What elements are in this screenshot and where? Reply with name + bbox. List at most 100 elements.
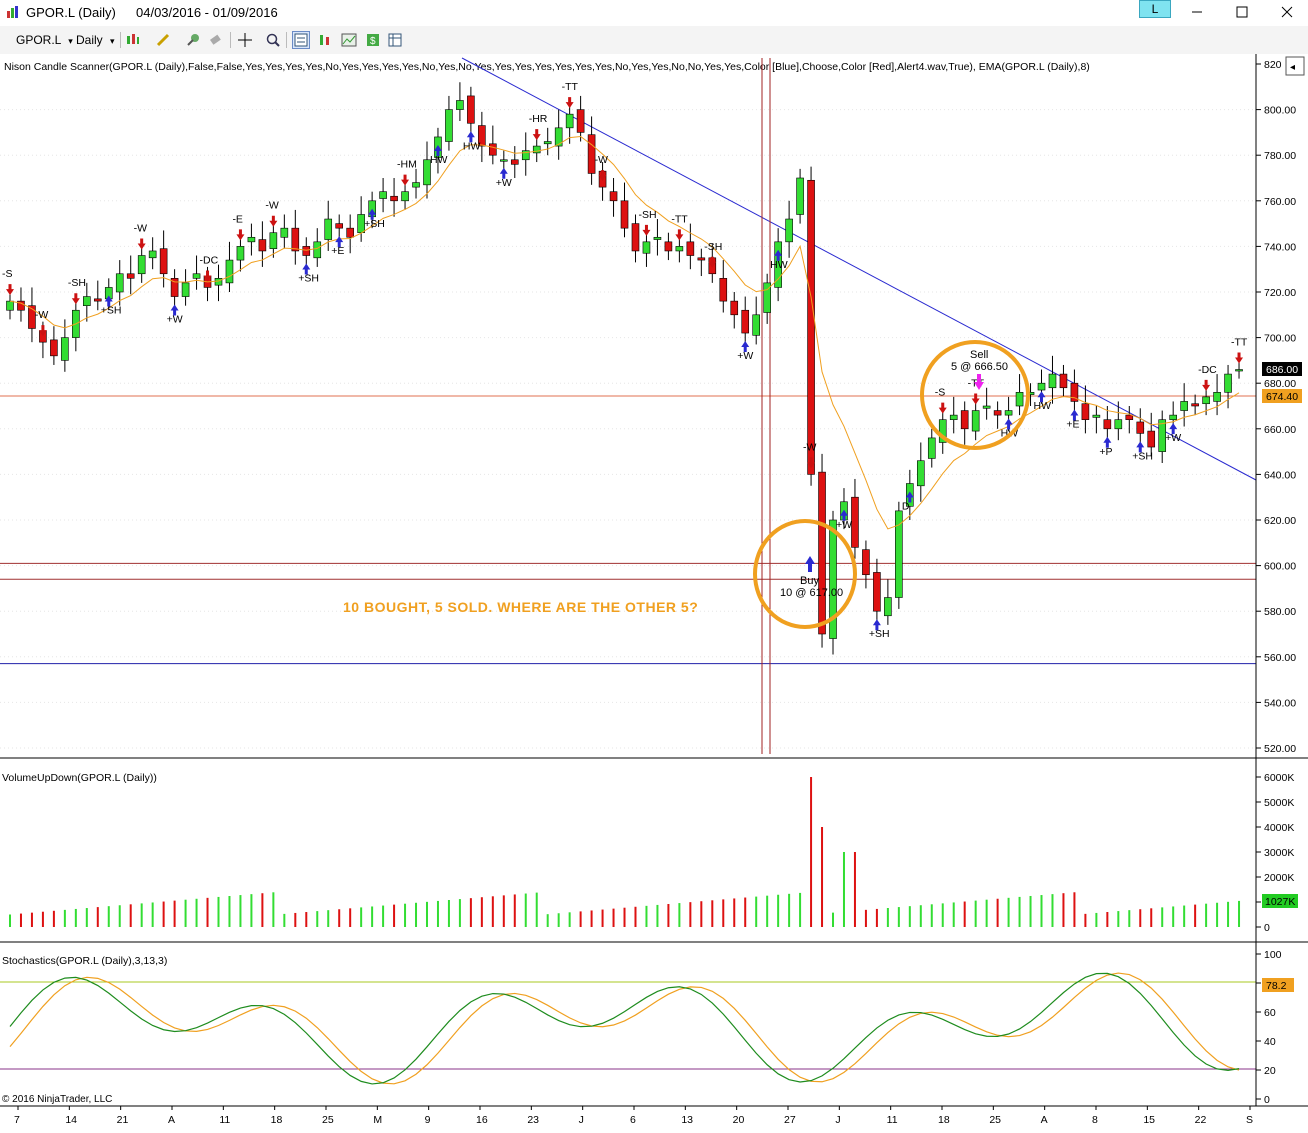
volume-bar — [930, 904, 933, 927]
candle-body — [565, 113, 574, 129]
volume-panel[interactable]: VolumeUpDown(GPOR.L (Daily)) 6000K 5000K 4… — [2, 758, 1298, 942]
volume-bar — [722, 899, 725, 927]
price-axis[interactable]: 820 800.00 780.00 760.00 740.00 720.00 700.00 6… — [1255, 54, 1308, 758]
crosshair-pin-icon[interactable] — [184, 31, 202, 49]
volume-bar — [656, 904, 659, 927]
volume-bar — [382, 905, 385, 927]
candle-body — [1202, 396, 1210, 405]
stoch-k-line — [9, 972, 1240, 1085]
candle-body — [1180, 401, 1188, 411]
candle-body — [258, 239, 267, 252]
volume-bar — [393, 904, 396, 927]
grid-icon[interactable] — [386, 31, 404, 49]
volume-bar — [162, 901, 165, 927]
candle-body — [137, 255, 146, 275]
price-indicator-label: Nison Candle Scanner(GPOR.L (Daily),Fals… — [4, 61, 1090, 73]
bar-type-icon[interactable] — [124, 31, 142, 49]
candle-body — [390, 195, 398, 202]
volume-bar — [52, 910, 55, 927]
candle-body — [873, 572, 881, 612]
minimize-icon[interactable] — [1189, 4, 1205, 20]
volume-bar — [579, 911, 582, 927]
instrument-selector[interactable]: GPOR.L ▾ — [16, 31, 73, 49]
volume-bar — [733, 898, 736, 927]
volume-bar — [875, 908, 878, 927]
data-box-icon[interactable] — [292, 31, 310, 49]
price-panel[interactable]: Nison Candle Scanner(GPOR.L (Daily),Fals… — [0, 54, 1257, 758]
strategy-icon[interactable]: $ — [364, 31, 382, 49]
time-axis[interactable]: 7 14 21 A 11 18 25 M 9 16 23 J 6 13 20 27 J 11 18 25 A 8 15 22 S — [14, 1106, 1253, 1126]
volume-axis-label: 6000K — [1264, 772, 1294, 784]
properties-icon[interactable] — [340, 31, 358, 49]
candle-body — [752, 314, 760, 336]
chevron-left-icon: ◂ — [1290, 62, 1295, 73]
volume-bar — [678, 903, 681, 927]
volume-bar — [832, 912, 835, 927]
volume-bar — [491, 896, 494, 927]
candle-body — [291, 227, 300, 252]
volume-bar — [1117, 911, 1120, 927]
time-axis-label: 25 — [322, 1114, 334, 1126]
volume-axis: 6000K5000K4000K3000K2000K1000K0 — [1256, 772, 1294, 934]
maximize-icon[interactable] — [1234, 4, 1250, 20]
volume-axis-label: 5000K — [1264, 797, 1294, 809]
eraser-icon[interactable] — [206, 31, 224, 49]
volume-bar — [952, 902, 955, 927]
candle-body — [1004, 410, 1013, 416]
volume-bar — [788, 893, 791, 927]
candle-body — [895, 510, 903, 598]
volume-bar — [985, 899, 988, 927]
volume-bar — [941, 903, 944, 927]
window-app-icon — [6, 5, 20, 19]
pattern-label: +SH — [1132, 450, 1153, 462]
volume-bar — [557, 913, 560, 927]
candle-body — [927, 437, 936, 459]
pattern-label: -S — [935, 387, 946, 399]
time-axis-label: A — [1041, 1114, 1048, 1126]
zoom-icon[interactable] — [264, 31, 282, 49]
time-axis-label: 7 — [14, 1114, 20, 1126]
chart-style-icon[interactable] — [316, 31, 334, 49]
candle-body — [796, 177, 804, 215]
candle-body — [609, 191, 618, 202]
volume-bar — [1194, 904, 1197, 927]
close-icon[interactable] — [1279, 4, 1295, 20]
time-axis-label: 18 — [938, 1114, 950, 1126]
volume-bar — [469, 898, 472, 927]
candle-body — [401, 191, 409, 202]
interval-selector[interactable]: Daily ▾ — [76, 31, 115, 49]
candle-body — [93, 298, 102, 302]
draw-pen-icon[interactable] — [154, 31, 172, 49]
chart-area[interactable]: Nison Candle Scanner(GPOR.L (Daily),Fals… — [0, 54, 1308, 1133]
price-axis-label: 700.00 — [1264, 333, 1296, 345]
price-axis-label: 600.00 — [1264, 561, 1296, 573]
time-axis-label: 23 — [527, 1114, 539, 1126]
volume-bar — [810, 777, 813, 927]
volume-bar — [1139, 909, 1142, 927]
volume-bar — [480, 897, 483, 927]
sell-label: Sell — [970, 349, 988, 361]
volume-bar — [151, 902, 154, 927]
volume-bar — [908, 906, 911, 927]
last-price-value: 686.00 — [1266, 364, 1298, 376]
time-axis-label: J — [579, 1114, 584, 1126]
price-axis-label: 520.00 — [1264, 743, 1296, 755]
candle-body — [1114, 419, 1123, 430]
stochastics-panel[interactable]: Stochastics(GPOR.L (Daily),3,13,3) 10080… — [0, 942, 1294, 1106]
candle-body — [247, 236, 256, 243]
time-axis-label: 20 — [733, 1114, 745, 1126]
price-axis-label: 580.00 — [1264, 606, 1296, 618]
price-axis-label: 620.00 — [1264, 515, 1296, 527]
volume-bar — [129, 904, 132, 927]
link-badge[interactable]: L — [1139, 0, 1171, 18]
volume-bar — [1161, 907, 1164, 927]
candle-body — [642, 241, 651, 254]
volume-bars — [9, 777, 1241, 927]
volume-bar — [118, 905, 121, 927]
candle-body — [214, 278, 223, 286]
candle-body — [148, 250, 157, 259]
crosshair-icon[interactable] — [236, 31, 254, 49]
volume-bar — [546, 914, 549, 927]
candle-body — [412, 182, 420, 188]
volume-bar — [250, 894, 253, 927]
